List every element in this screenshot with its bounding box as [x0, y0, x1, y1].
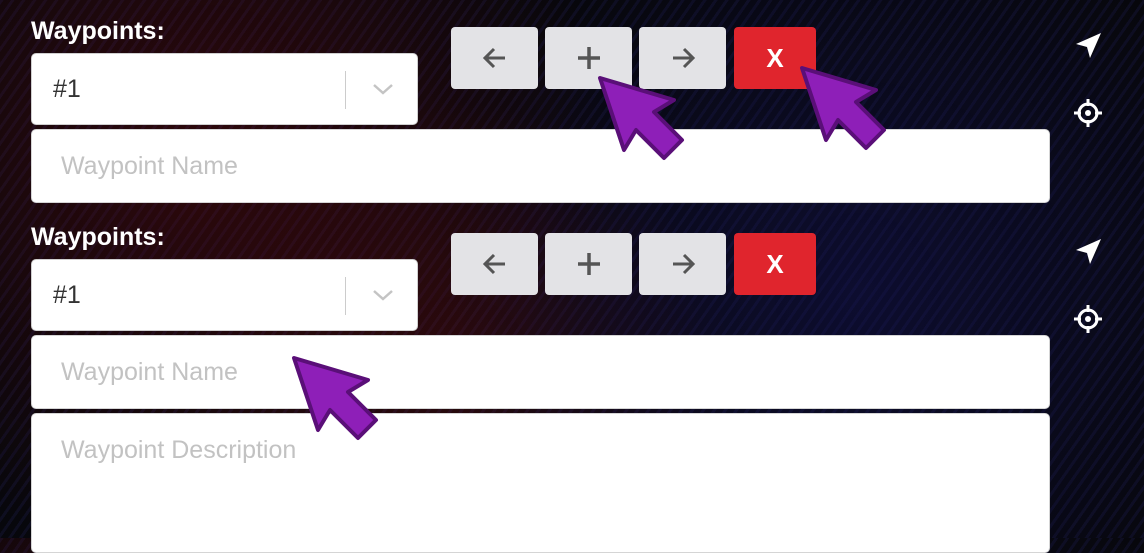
plus-icon	[577, 47, 600, 69]
waypoint-select-value: #1	[53, 75, 81, 103]
add-waypoint-button[interactable]	[545, 233, 632, 295]
waypoints-label: Waypoints:	[31, 17, 165, 45]
waypoints-label: Waypoints:	[31, 223, 165, 251]
select-separator	[345, 277, 346, 315]
chevron-down-icon[interactable]	[371, 285, 395, 305]
navigation-arrow-icon[interactable]	[1072, 30, 1104, 62]
plus-icon	[577, 253, 600, 275]
delete-waypoint-button[interactable]: X	[734, 27, 816, 89]
navigation-arrow-icon[interactable]	[1072, 236, 1104, 268]
waypoint-name-input[interactable]	[31, 335, 1050, 409]
chevron-down-icon[interactable]	[371, 79, 395, 99]
arrow-left-icon	[482, 47, 505, 69]
previous-waypoint-button[interactable]	[451, 233, 538, 295]
waypoint-description-input[interactable]	[31, 413, 1050, 553]
arrow-right-icon	[672, 253, 695, 275]
select-separator	[345, 71, 346, 109]
arrow-left-icon	[482, 253, 505, 275]
waypoint-select[interactable]: #1	[31, 53, 418, 125]
waypoint-select-value: #1	[53, 281, 81, 309]
next-waypoint-button[interactable]	[639, 233, 726, 295]
waypoint-panel-1: Waypoints: #1 X	[0, 0, 1144, 206]
waypoint-name-input[interactable]	[31, 129, 1050, 203]
arrow-right-icon	[672, 47, 695, 69]
next-waypoint-button[interactable]	[639, 27, 726, 89]
crosshair-icon[interactable]	[1072, 97, 1104, 129]
previous-waypoint-button[interactable]	[451, 27, 538, 89]
delete-waypoint-button[interactable]: X	[734, 233, 816, 295]
add-waypoint-button[interactable]	[545, 27, 632, 89]
waypoint-select[interactable]: #1	[31, 259, 418, 331]
crosshair-icon[interactable]	[1072, 303, 1104, 335]
